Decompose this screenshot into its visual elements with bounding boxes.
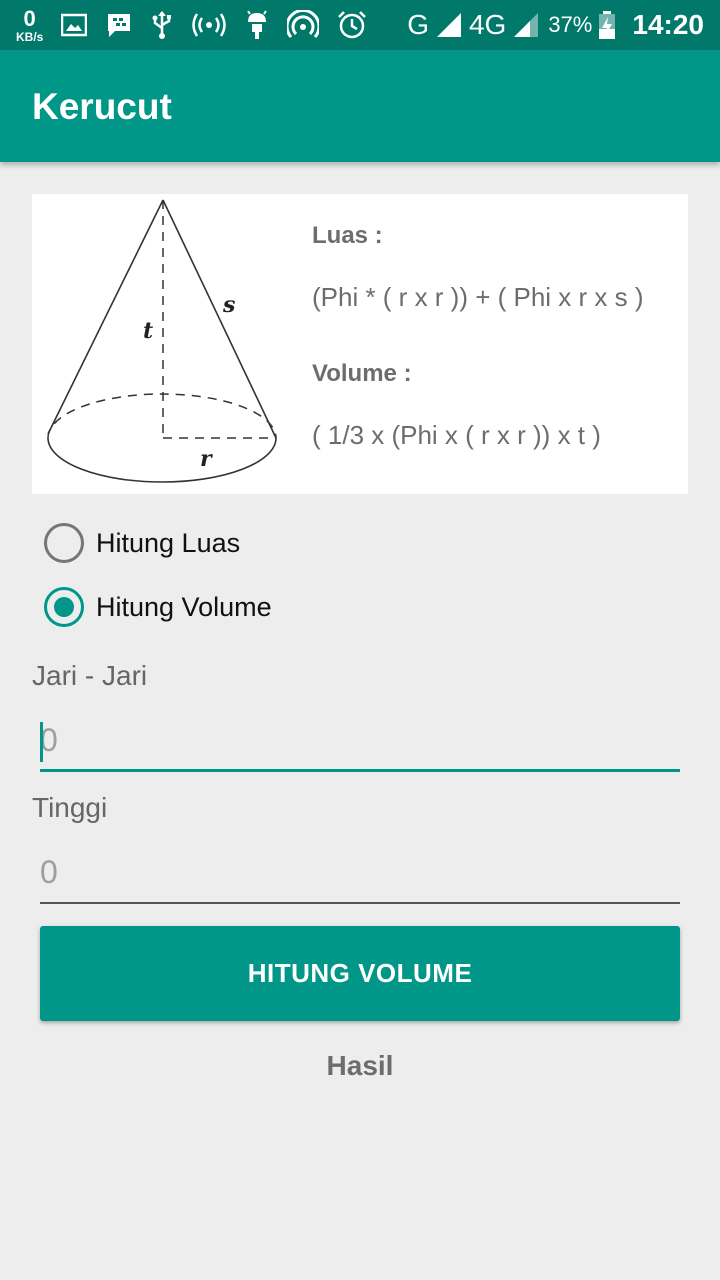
- height-underline: [40, 902, 680, 904]
- result-text: Hasil: [326, 1050, 394, 1081]
- network-speed: 0 KB/s: [16, 5, 44, 44]
- network-type-g: G: [407, 9, 429, 40]
- radio-hitung-luas[interactable]: Hitung Luas: [44, 521, 240, 565]
- network-type-4g: 4G: [468, 9, 507, 40]
- formula-card: t s r Luas : (Phi * ( r x r )) + ( Phi x…: [32, 194, 688, 494]
- radio-label: Hitung Luas: [96, 527, 241, 558]
- radio-hitung-volume[interactable]: Hitung Volume: [44, 585, 272, 629]
- cone-diagram: t s r: [47, 199, 277, 483]
- usb-icon: [151, 9, 173, 41]
- luas-label: Luas :: [312, 222, 383, 249]
- radius-underline: [40, 769, 680, 772]
- hitung-volume-button[interactable]: HITUNG VOLUME: [40, 926, 680, 1021]
- alarm-icon: [337, 9, 367, 41]
- image-icon: [61, 9, 88, 41]
- page-title: Kerucut: [32, 86, 172, 127]
- volume-label: Volume :: [312, 360, 412, 387]
- cone-height-label: t: [143, 318, 153, 344]
- radio-label: Hitung Volume: [96, 591, 272, 622]
- android-icon: [245, 9, 269, 41]
- radio-checked-icon[interactable]: [44, 587, 84, 627]
- height-label: Tinggi: [32, 792, 108, 823]
- radius-field: [40, 710, 680, 772]
- height-field: [40, 842, 680, 904]
- cone-slant-label: s: [222, 292, 235, 318]
- radius-label: Jari - Jari: [32, 660, 148, 691]
- clock: 14:20: [632, 9, 704, 40]
- battery-percent: 37%: [548, 12, 593, 37]
- text-cursor: [40, 722, 43, 762]
- battery-charging-icon: [598, 9, 616, 41]
- hotspot-icon: [191, 9, 227, 41]
- radius-input[interactable]: [40, 710, 680, 770]
- wireless-icon: [287, 9, 320, 41]
- signal-icon: [435, 9, 463, 41]
- cone-radius-label: r: [200, 446, 213, 472]
- app-bar: Kerucut: [0, 50, 720, 162]
- height-input[interactable]: [40, 842, 680, 902]
- network-speed-unit: KB/s: [16, 29, 44, 44]
- status-bar: 0 KB/s G 4G 37% 14:20: [0, 0, 720, 50]
- luas-formula: (Phi * ( r x r )) + ( Phi x r x s ): [312, 282, 644, 312]
- volume-formula: ( 1/3 x (Phi x ( r x r )) x t ): [312, 420, 601, 450]
- bbm-icon: [105, 9, 133, 41]
- radio-unchecked-icon[interactable]: [44, 523, 84, 563]
- network-speed-value: 0: [23, 5, 36, 31]
- signal-icon: [512, 9, 542, 41]
